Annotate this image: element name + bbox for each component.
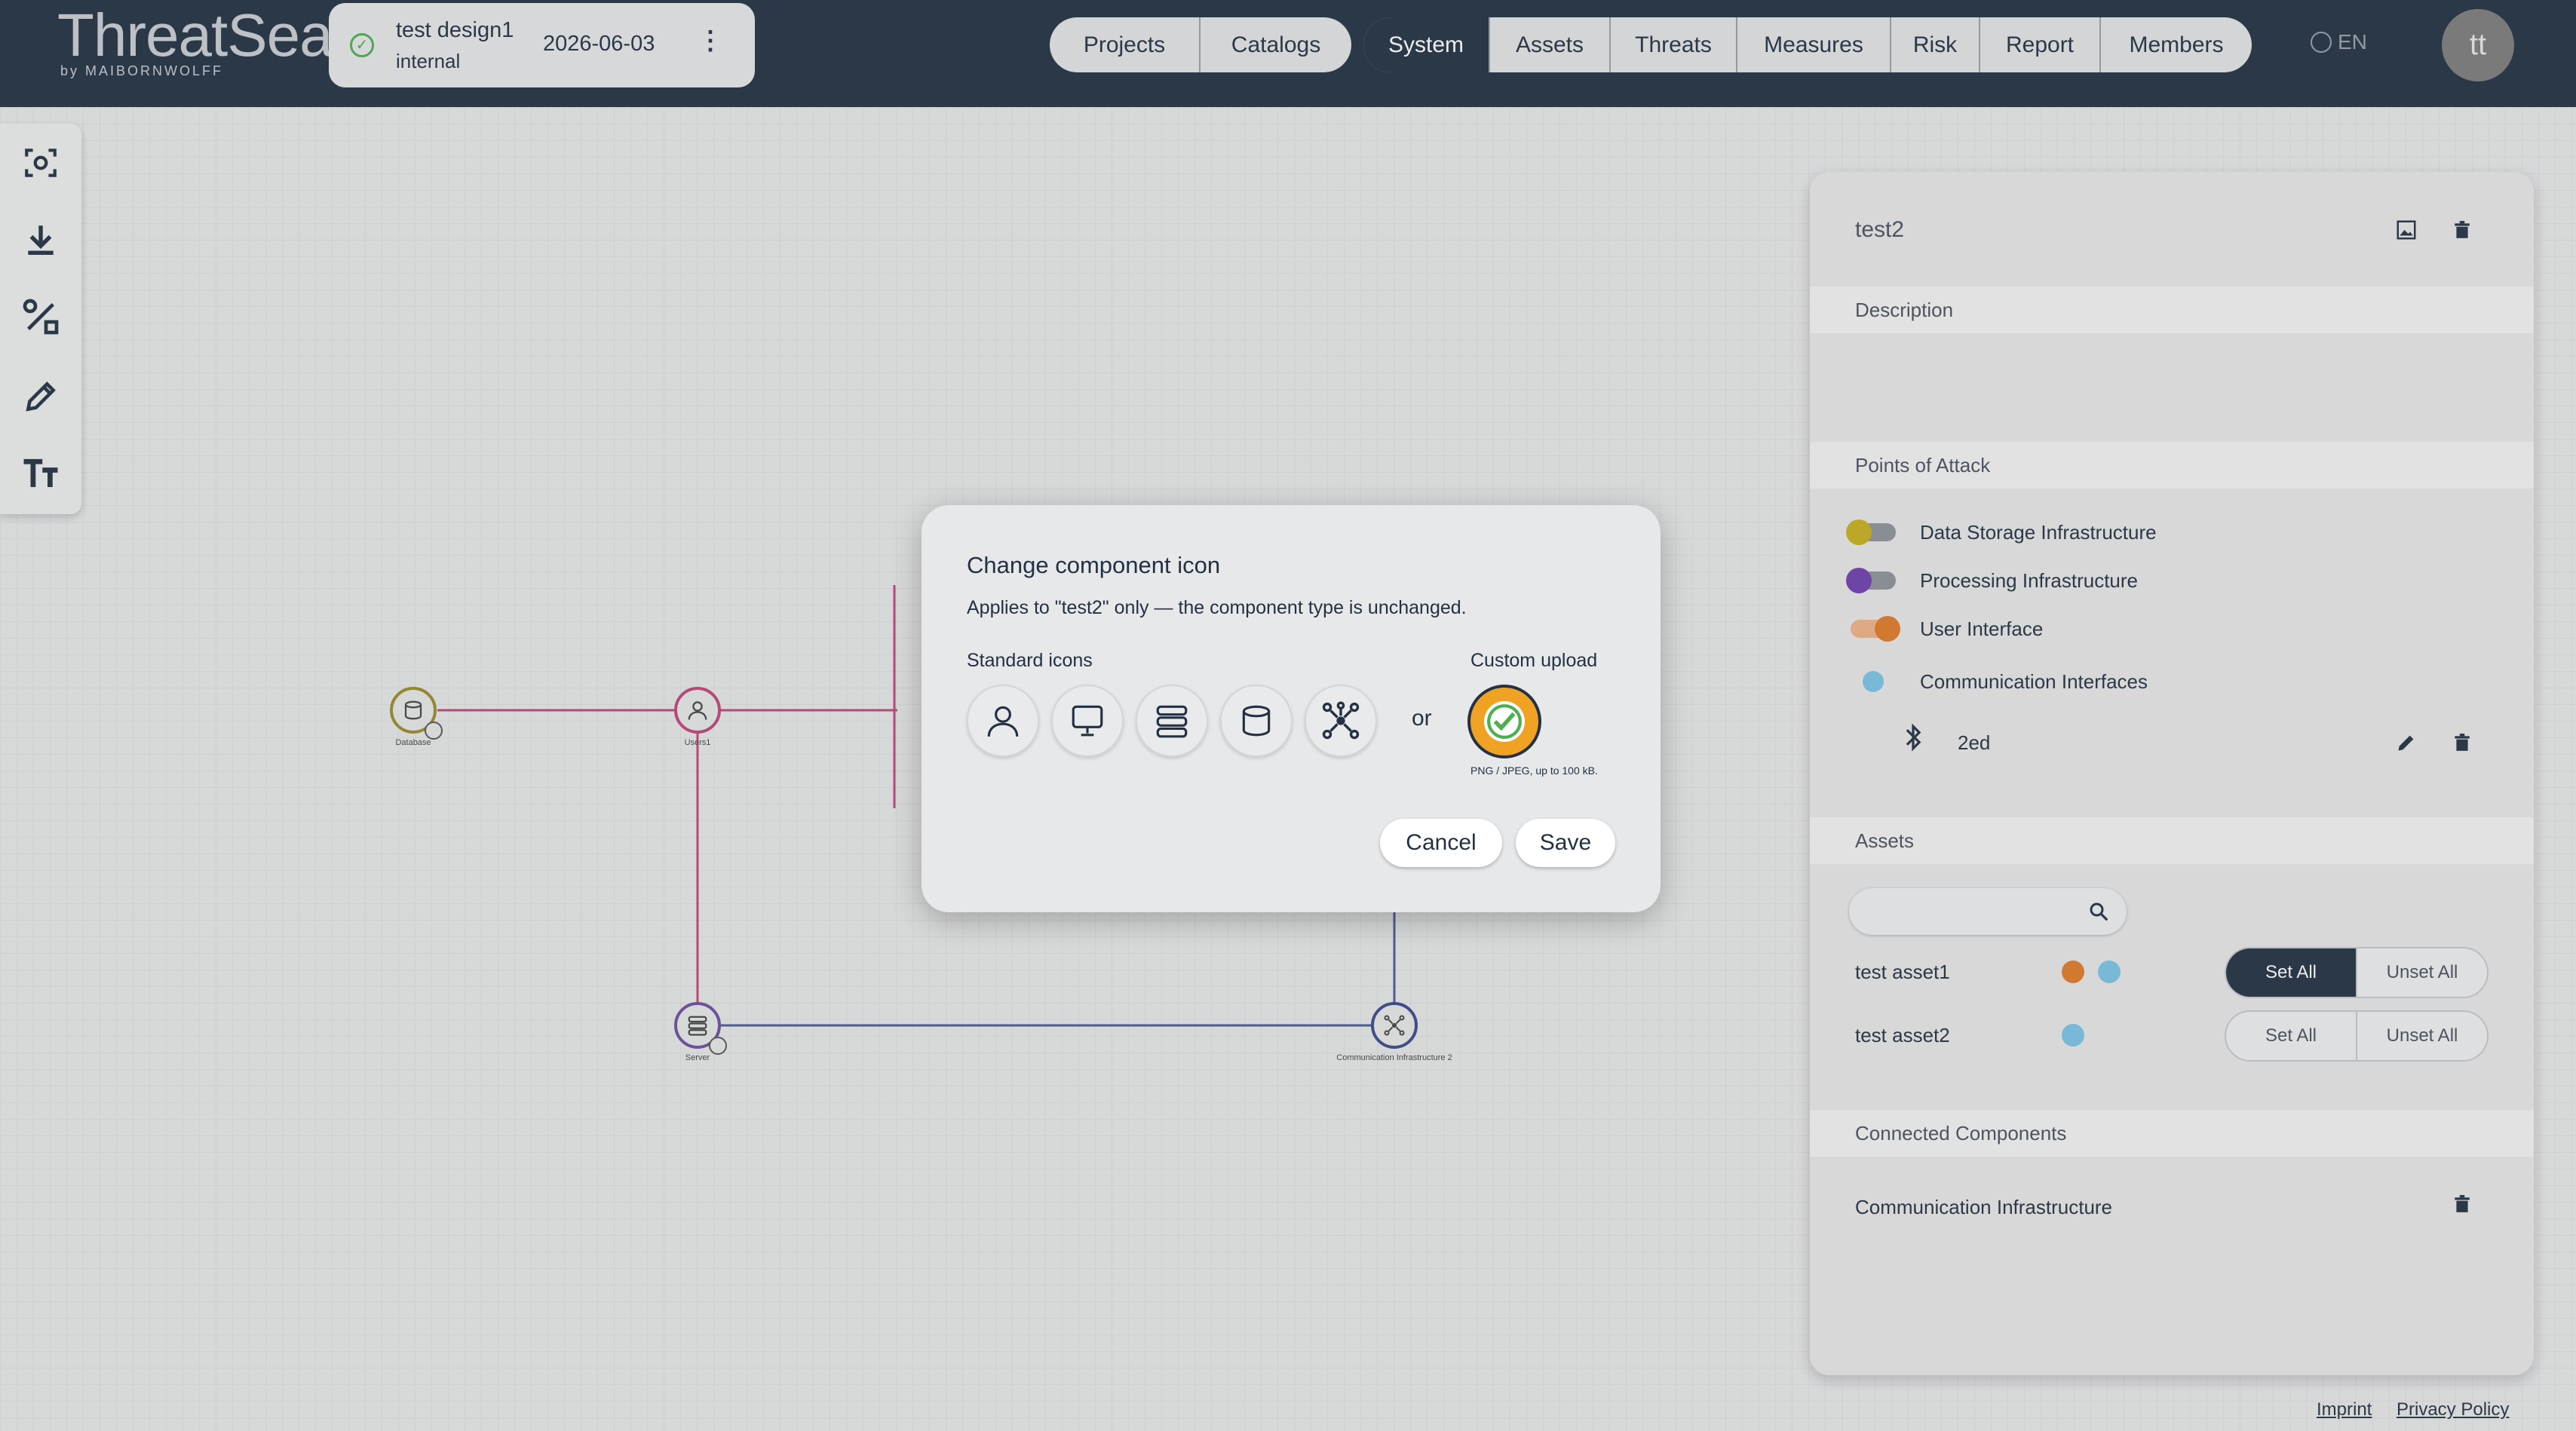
network-icon[interactable] bbox=[1305, 685, 1377, 757]
standard-icons-label: Standard icons bbox=[967, 650, 1093, 671]
user-icon[interactable] bbox=[967, 685, 1039, 757]
server-icon[interactable] bbox=[1136, 685, 1208, 757]
custom-upload-button[interactable] bbox=[1467, 685, 1541, 758]
dialog-subtitle: Applies to "test2" only — the component … bbox=[967, 597, 1467, 618]
or-separator: or bbox=[1412, 706, 1432, 731]
monitor-icon[interactable] bbox=[1051, 685, 1124, 757]
database-icon[interactable] bbox=[1220, 685, 1293, 757]
save-button[interactable]: Save bbox=[1516, 819, 1615, 867]
custom-upload-label: Custom upload bbox=[1470, 650, 1598, 671]
change-icon-dialog: Change component icon Applies to "test2"… bbox=[922, 505, 1661, 912]
cancel-button[interactable]: Cancel bbox=[1380, 819, 1502, 867]
dialog-title: Change component icon bbox=[967, 552, 1221, 578]
upload-note: PNG / JPEG, up to 100 kB. bbox=[1470, 765, 1598, 777]
check-icon bbox=[1484, 701, 1525, 742]
